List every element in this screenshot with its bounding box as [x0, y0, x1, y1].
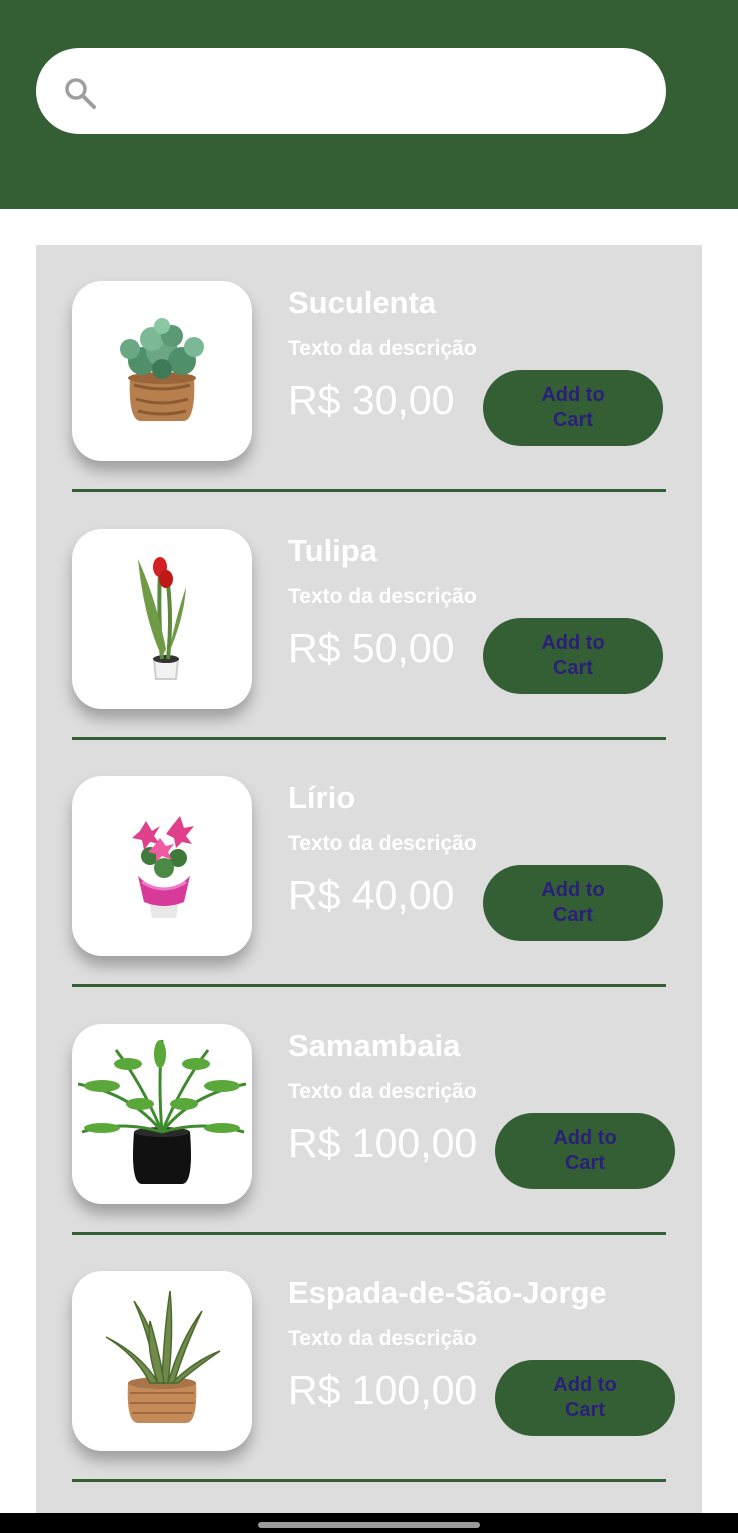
product-image-lily[interactable] [72, 776, 252, 956]
search-icon[interactable] [62, 75, 98, 111]
product-price: R$ 50,00 [288, 625, 455, 671]
add-to-cart-button[interactable]: Add to Cart [483, 865, 663, 941]
product-description: Texto da descrição [288, 337, 477, 360]
product-name: Tulipa [288, 533, 377, 568]
product-price: R$ 40,00 [288, 872, 455, 918]
divider [72, 984, 666, 987]
product-name: Espada-de-São-Jorge [288, 1275, 607, 1310]
product-price: R$ 100,00 [288, 1120, 478, 1166]
product-item: Lírio Texto da descrição R$ 40,00 Add to… [36, 740, 702, 987]
divider [72, 1479, 666, 1482]
product-price: R$ 100,00 [288, 1367, 478, 1413]
product-item: Suculenta Texto da descrição R$ 30,00 Ad… [36, 245, 702, 492]
product-image-fern[interactable] [72, 1024, 252, 1204]
product-image-succulent[interactable] [72, 281, 252, 461]
search-input[interactable] [110, 48, 650, 134]
product-item: Tulipa Texto da descrição R$ 50,00 Add t… [36, 493, 702, 740]
divider [72, 489, 666, 492]
product-name: Suculenta [288, 285, 437, 320]
product-item: Samambaia Texto da descrição R$ 100,00 A… [36, 988, 702, 1235]
product-description: Texto da descrição [288, 585, 477, 608]
add-to-cart-button[interactable]: Add to Cart [495, 1360, 675, 1436]
product-description: Texto da descrição [288, 1327, 477, 1350]
add-to-cart-button[interactable]: Add to Cart [495, 1113, 675, 1189]
product-description: Texto da descrição [288, 1080, 477, 1103]
product-item: Espada-de-São-Jorge Texto da descrição R… [36, 1235, 702, 1482]
add-to-cart-button[interactable]: Add to Cart [483, 370, 663, 446]
product-description: Texto da descrição [288, 832, 477, 855]
product-image-tulip[interactable] [72, 529, 252, 709]
product-price: R$ 30,00 [288, 377, 455, 423]
home-gesture-handle[interactable] [258, 1522, 480, 1528]
product-name: Samambaia [288, 1028, 461, 1063]
product-name: Lírio [288, 780, 356, 815]
product-image-snake-plant[interactable] [72, 1271, 252, 1451]
product-list[interactable]: Suculenta Texto da descrição R$ 30,00 Ad… [36, 245, 702, 1513]
add-to-cart-button[interactable]: Add to Cart [483, 618, 663, 694]
